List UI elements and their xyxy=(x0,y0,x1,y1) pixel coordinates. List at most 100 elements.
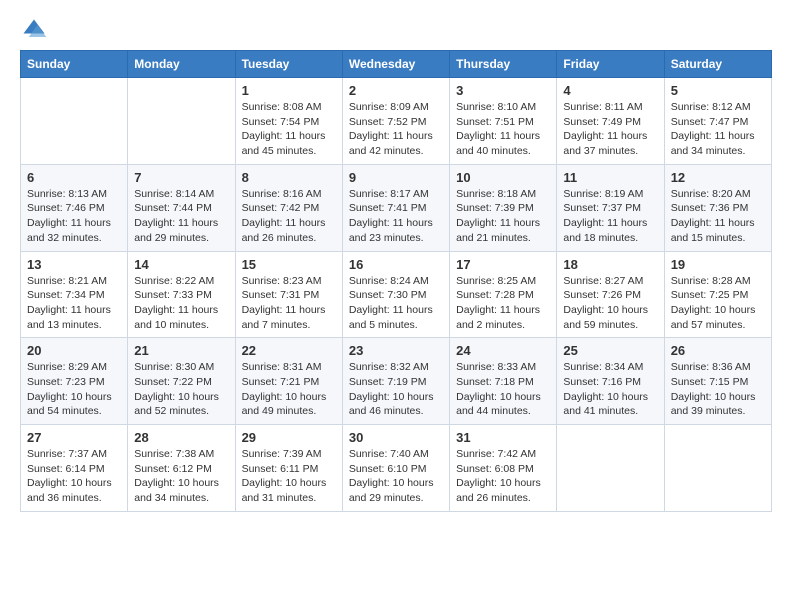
col-header-tuesday: Tuesday xyxy=(235,51,342,78)
day-number: 12 xyxy=(671,170,765,185)
day-number: 28 xyxy=(134,430,228,445)
day-info: Sunrise: 8:12 AM Sunset: 7:47 PM Dayligh… xyxy=(671,100,765,159)
day-info: Sunrise: 7:38 AM Sunset: 6:12 PM Dayligh… xyxy=(134,447,228,506)
day-number: 6 xyxy=(27,170,121,185)
day-number: 15 xyxy=(242,257,336,272)
calendar-cell: 31 Sunrise: 7:42 AM Sunset: 6:08 PM Dayli… xyxy=(450,425,557,512)
calendar-cell: 5 Sunrise: 8:12 AM Sunset: 7:47 PM Daylig… xyxy=(664,78,771,165)
calendar-cell: 15 Sunrise: 8:23 AM Sunset: 7:31 PM Dayli… xyxy=(235,251,342,338)
calendar-cell: 9 Sunrise: 8:17 AM Sunset: 7:41 PM Daylig… xyxy=(342,164,449,251)
calendar-cell: 11 Sunrise: 8:19 AM Sunset: 7:37 PM Dayli… xyxy=(557,164,664,251)
calendar-cell: 26 Sunrise: 8:36 AM Sunset: 7:15 PM Dayli… xyxy=(664,338,771,425)
calendar-cell: 21 Sunrise: 8:30 AM Sunset: 7:22 PM Dayli… xyxy=(128,338,235,425)
day-info: Sunrise: 8:19 AM Sunset: 7:37 PM Dayligh… xyxy=(563,187,657,246)
day-info: Sunrise: 8:22 AM Sunset: 7:33 PM Dayligh… xyxy=(134,274,228,333)
day-info: Sunrise: 8:18 AM Sunset: 7:39 PM Dayligh… xyxy=(456,187,550,246)
day-number: 10 xyxy=(456,170,550,185)
col-header-monday: Monday xyxy=(128,51,235,78)
day-info: Sunrise: 7:37 AM Sunset: 6:14 PM Dayligh… xyxy=(27,447,121,506)
day-info: Sunrise: 8:23 AM Sunset: 7:31 PM Dayligh… xyxy=(242,274,336,333)
col-header-friday: Friday xyxy=(557,51,664,78)
calendar-body: 1 Sunrise: 8:08 AM Sunset: 7:54 PM Daylig… xyxy=(21,78,772,512)
day-number: 9 xyxy=(349,170,443,185)
calendar-cell: 22 Sunrise: 8:31 AM Sunset: 7:21 PM Dayli… xyxy=(235,338,342,425)
calendar-cell: 3 Sunrise: 8:10 AM Sunset: 7:51 PM Daylig… xyxy=(450,78,557,165)
day-number: 18 xyxy=(563,257,657,272)
calendar-header: SundayMondayTuesdayWednesdayThursdayFrid… xyxy=(21,51,772,78)
calendar-cell: 25 Sunrise: 8:34 AM Sunset: 7:16 PM Dayli… xyxy=(557,338,664,425)
day-info: Sunrise: 7:40 AM Sunset: 6:10 PM Dayligh… xyxy=(349,447,443,506)
calendar-cell: 24Sunrise: 8:33 AM Sunset: 7:18 PM Dayli… xyxy=(450,338,557,425)
day-number: 21 xyxy=(134,343,228,358)
day-number: 3 xyxy=(456,83,550,98)
calendar-cell: 13Sunrise: 8:21 AM Sunset: 7:34 PM Dayli… xyxy=(21,251,128,338)
calendar-cell: 1 Sunrise: 8:08 AM Sunset: 7:54 PM Daylig… xyxy=(235,78,342,165)
calendar-cell: 8 Sunrise: 8:16 AM Sunset: 7:42 PM Daylig… xyxy=(235,164,342,251)
day-info: Sunrise: 8:17 AM Sunset: 7:41 PM Dayligh… xyxy=(349,187,443,246)
day-info: Sunrise: 8:30 AM Sunset: 7:22 PM Dayligh… xyxy=(134,360,228,419)
calendar-cell xyxy=(128,78,235,165)
calendar-cell: 12 Sunrise: 8:20 AM Sunset: 7:36 PM Dayli… xyxy=(664,164,771,251)
day-number: 5 xyxy=(671,83,765,98)
calendar-week-1: 6 Sunrise: 8:13 AM Sunset: 7:46 PM Daylig… xyxy=(21,164,772,251)
day-number: 27 xyxy=(27,430,121,445)
calendar-week-4: 27 Sunrise: 7:37 AM Sunset: 6:14 PM Dayli… xyxy=(21,425,772,512)
page-header xyxy=(20,16,772,44)
calendar-cell: 2 Sunrise: 8:09 AM Sunset: 7:52 PM Daylig… xyxy=(342,78,449,165)
col-header-wednesday: Wednesday xyxy=(342,51,449,78)
calendar-cell: 27 Sunrise: 7:37 AM Sunset: 6:14 PM Dayli… xyxy=(21,425,128,512)
day-info: Sunrise: 8:27 AM Sunset: 7:26 PM Dayligh… xyxy=(563,274,657,333)
day-info: Sunrise: 8:20 AM Sunset: 7:36 PM Dayligh… xyxy=(671,187,765,246)
calendar-cell: 28 Sunrise: 7:38 AM Sunset: 6:12 PM Dayli… xyxy=(128,425,235,512)
day-info: Sunrise: 8:10 AM Sunset: 7:51 PM Dayligh… xyxy=(456,100,550,159)
day-number: 31 xyxy=(456,430,550,445)
day-info: Sunrise: 8:25 AM Sunset: 7:28 PM Dayligh… xyxy=(456,274,550,333)
calendar-cell: 4 Sunrise: 8:11 AM Sunset: 7:49 PM Daylig… xyxy=(557,78,664,165)
day-info: Sunrise: 8:08 AM Sunset: 7:54 PM Dayligh… xyxy=(242,100,336,159)
calendar-cell: 7 Sunrise: 8:14 AM Sunset: 7:44 PM Daylig… xyxy=(128,164,235,251)
day-number: 29 xyxy=(242,430,336,445)
calendar-week-3: 20Sunrise: 8:29 AM Sunset: 7:23 PM Dayli… xyxy=(21,338,772,425)
day-number: 14 xyxy=(134,257,228,272)
col-header-thursday: Thursday xyxy=(450,51,557,78)
day-info: Sunrise: 8:14 AM Sunset: 7:44 PM Dayligh… xyxy=(134,187,228,246)
calendar-cell: 30Sunrise: 7:40 AM Sunset: 6:10 PM Dayli… xyxy=(342,425,449,512)
calendar-cell: 23 Sunrise: 8:32 AM Sunset: 7:19 PM Dayli… xyxy=(342,338,449,425)
day-number: 22 xyxy=(242,343,336,358)
day-info: Sunrise: 8:09 AM Sunset: 7:52 PM Dayligh… xyxy=(349,100,443,159)
day-number: 16 xyxy=(349,257,443,272)
logo-icon xyxy=(20,16,48,44)
day-info: Sunrise: 8:11 AM Sunset: 7:49 PM Dayligh… xyxy=(563,100,657,159)
day-number: 2 xyxy=(349,83,443,98)
day-info: Sunrise: 8:36 AM Sunset: 7:15 PM Dayligh… xyxy=(671,360,765,419)
day-info: Sunrise: 8:34 AM Sunset: 7:16 PM Dayligh… xyxy=(563,360,657,419)
day-info: Sunrise: 8:16 AM Sunset: 7:42 PM Dayligh… xyxy=(242,187,336,246)
day-number: 25 xyxy=(563,343,657,358)
day-number: 24 xyxy=(456,343,550,358)
calendar-week-0: 1 Sunrise: 8:08 AM Sunset: 7:54 PM Daylig… xyxy=(21,78,772,165)
day-number: 13 xyxy=(27,257,121,272)
calendar-cell: 19Sunrise: 8:28 AM Sunset: 7:25 PM Dayli… xyxy=(664,251,771,338)
day-number: 26 xyxy=(671,343,765,358)
day-number: 7 xyxy=(134,170,228,185)
calendar-cell xyxy=(21,78,128,165)
day-number: 4 xyxy=(563,83,657,98)
col-header-saturday: Saturday xyxy=(664,51,771,78)
calendar-table: SundayMondayTuesdayWednesdayThursdayFrid… xyxy=(20,50,772,512)
day-number: 8 xyxy=(242,170,336,185)
day-info: Sunrise: 8:24 AM Sunset: 7:30 PM Dayligh… xyxy=(349,274,443,333)
day-number: 20 xyxy=(27,343,121,358)
day-number: 11 xyxy=(563,170,657,185)
calendar-cell: 17Sunrise: 8:25 AM Sunset: 7:28 PM Dayli… xyxy=(450,251,557,338)
day-info: Sunrise: 8:31 AM Sunset: 7:21 PM Dayligh… xyxy=(242,360,336,419)
day-info: Sunrise: 8:28 AM Sunset: 7:25 PM Dayligh… xyxy=(671,274,765,333)
calendar-cell: 14 Sunrise: 8:22 AM Sunset: 7:33 PM Dayli… xyxy=(128,251,235,338)
day-info: Sunrise: 8:13 AM Sunset: 7:46 PM Dayligh… xyxy=(27,187,121,246)
calendar-cell: 18 Sunrise: 8:27 AM Sunset: 7:26 PM Dayli… xyxy=(557,251,664,338)
calendar-week-2: 13Sunrise: 8:21 AM Sunset: 7:34 PM Dayli… xyxy=(21,251,772,338)
day-info: Sunrise: 7:42 AM Sunset: 6:08 PM Dayligh… xyxy=(456,447,550,506)
day-number: 1 xyxy=(242,83,336,98)
day-info: Sunrise: 8:32 AM Sunset: 7:19 PM Dayligh… xyxy=(349,360,443,419)
calendar-cell: 20Sunrise: 8:29 AM Sunset: 7:23 PM Dayli… xyxy=(21,338,128,425)
day-number: 23 xyxy=(349,343,443,358)
